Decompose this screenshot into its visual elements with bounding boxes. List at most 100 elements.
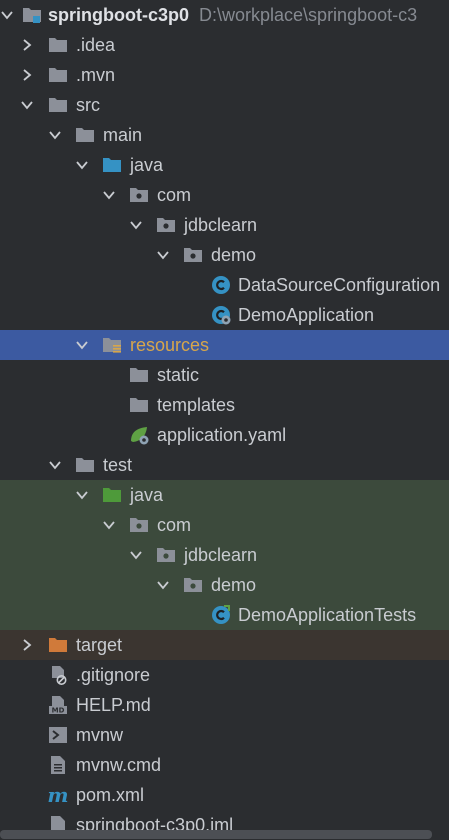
chevron-down-icon[interactable] <box>18 96 36 114</box>
tree-label: demo <box>211 245 257 265</box>
ignore-file-icon <box>48 665 68 685</box>
tree-label: java <box>130 155 164 175</box>
maven-icon: m <box>48 785 68 805</box>
tree-row-help[interactable]: MD HELP.md <box>0 690 449 720</box>
shell-script-icon <box>48 725 68 745</box>
package-icon <box>129 185 149 205</box>
project-tree: springboot-c3p0 D:\workplace\springboot-c… <box>0 0 449 840</box>
tree-label: demo <box>211 575 257 595</box>
tree-row-target[interactable]: target <box>0 630 449 660</box>
root-path: D:\workplace\springboot-c3 <box>199 5 418 25</box>
tree-row-com[interactable]: com <box>0 180 449 210</box>
tree-label: DemoApplication <box>238 305 375 325</box>
chevron-down-icon[interactable] <box>46 126 64 144</box>
tree-label: src <box>76 95 100 115</box>
tree-row-templates[interactable]: templates <box>0 390 449 420</box>
source-folder-icon <box>102 155 122 175</box>
excluded-folder-icon <box>48 635 68 655</box>
tree-row-test-jdbclearn[interactable]: jdbclearn <box>0 540 449 570</box>
tree-label: .idea <box>76 35 116 55</box>
tree-row-java[interactable]: java <box>0 150 449 180</box>
tree-row-mvn[interactable]: .mvn <box>0 60 449 90</box>
tree-row-static[interactable]: static <box>0 360 449 390</box>
markdown-file-icon: MD <box>48 695 68 715</box>
tree-row-demo[interactable]: demo <box>0 240 449 270</box>
chevron-down-icon[interactable] <box>73 156 91 174</box>
folder-icon <box>75 125 95 145</box>
tree-label: DataSourceConfiguration <box>238 275 441 295</box>
tree-row-mvnwcmd[interactable]: mvnw.cmd <box>0 750 449 780</box>
tree-label: DemoApplicationTests <box>238 605 417 625</box>
tree-label: main <box>103 125 143 145</box>
tree-row-test[interactable]: test <box>0 450 449 480</box>
folder-icon <box>48 35 68 55</box>
package-icon <box>156 545 176 565</box>
tree-row-test-com[interactable]: com <box>0 510 449 540</box>
tree-row-demoapp[interactable]: DemoApplication <box>0 300 449 330</box>
tree-row-test-demo[interactable]: demo <box>0 570 449 600</box>
tree-label: pom.xml <box>76 785 145 805</box>
horizontal-scrollbar[interactable] <box>0 830 432 839</box>
chevron-down-icon[interactable] <box>154 246 172 264</box>
tree-row-gitignore[interactable]: .gitignore <box>0 660 449 690</box>
chevron-down-icon[interactable] <box>154 576 172 594</box>
chevron-down-icon[interactable] <box>73 486 91 504</box>
tree-row-jdbclearn[interactable]: jdbclearn <box>0 210 449 240</box>
tree-row-idea[interactable]: .idea <box>0 30 449 60</box>
tree-label: com <box>157 185 192 205</box>
folder-icon <box>129 395 149 415</box>
tree-row-appyaml[interactable]: application.yaml <box>0 420 449 450</box>
chevron-right-icon[interactable] <box>18 636 36 654</box>
tree-label: application.yaml <box>157 425 287 445</box>
spring-config-icon <box>129 425 149 445</box>
tree-row-root[interactable]: springboot-c3p0 D:\workplace\springboot-c… <box>0 0 449 30</box>
chevron-down-icon[interactable] <box>127 216 145 234</box>
module-folder-icon <box>22 5 42 25</box>
class-icon <box>211 275 231 295</box>
chevron-right-icon[interactable] <box>18 36 36 54</box>
tree-label: mvnw.cmd <box>76 755 162 775</box>
tree-label: resources <box>130 335 210 355</box>
folder-icon <box>129 365 149 385</box>
chevron-right-icon[interactable] <box>18 66 36 84</box>
tree-row-mvnw[interactable]: mvnw <box>0 720 449 750</box>
package-icon <box>183 575 203 595</box>
folder-icon <box>48 95 68 115</box>
tree-label: test <box>103 455 133 475</box>
package-icon <box>129 515 149 535</box>
chevron-down-icon[interactable] <box>46 456 64 474</box>
tree-label: com <box>157 515 192 535</box>
tree-row-resources[interactable]: resources <box>0 330 449 360</box>
svg-text:MD: MD <box>52 707 65 715</box>
tree-row-pom[interactable]: m pom.xml <box>0 780 449 810</box>
tree-row-main[interactable]: main <box>0 120 449 150</box>
test-class-icon <box>211 605 231 625</box>
text-file-icon <box>48 755 68 775</box>
chevron-down-icon[interactable] <box>127 546 145 564</box>
folder-icon <box>75 455 95 475</box>
resources-folder-icon <box>102 335 122 355</box>
tree-label: jdbclearn <box>184 545 258 565</box>
tree-label: .mvn <box>76 65 116 85</box>
tree-row-demotests[interactable]: DemoApplicationTests <box>0 600 449 630</box>
tree-label: java <box>130 485 164 505</box>
tree-label: .gitignore <box>76 665 151 685</box>
test-source-folder-icon <box>102 485 122 505</box>
tree-row-test-java[interactable]: java <box>0 480 449 510</box>
tree-row-datasource[interactable]: DataSourceConfiguration <box>0 270 449 300</box>
spring-boot-class-icon <box>211 305 231 325</box>
chevron-down-icon[interactable] <box>100 516 118 534</box>
chevron-down-icon[interactable] <box>0 6 16 24</box>
tree-label: HELP.md <box>76 695 151 715</box>
chevron-down-icon[interactable] <box>100 186 118 204</box>
tree-label: mvnw <box>76 725 124 745</box>
tree-label: jdbclearn <box>184 215 258 235</box>
tree-label: templates <box>157 395 236 415</box>
package-icon <box>183 245 203 265</box>
package-icon <box>156 215 176 235</box>
svg-text:m: m <box>48 785 68 805</box>
tree-label: target <box>76 635 123 655</box>
tree-row-src[interactable]: src <box>0 90 449 120</box>
chevron-down-icon[interactable] <box>73 336 91 354</box>
folder-icon <box>48 65 68 85</box>
